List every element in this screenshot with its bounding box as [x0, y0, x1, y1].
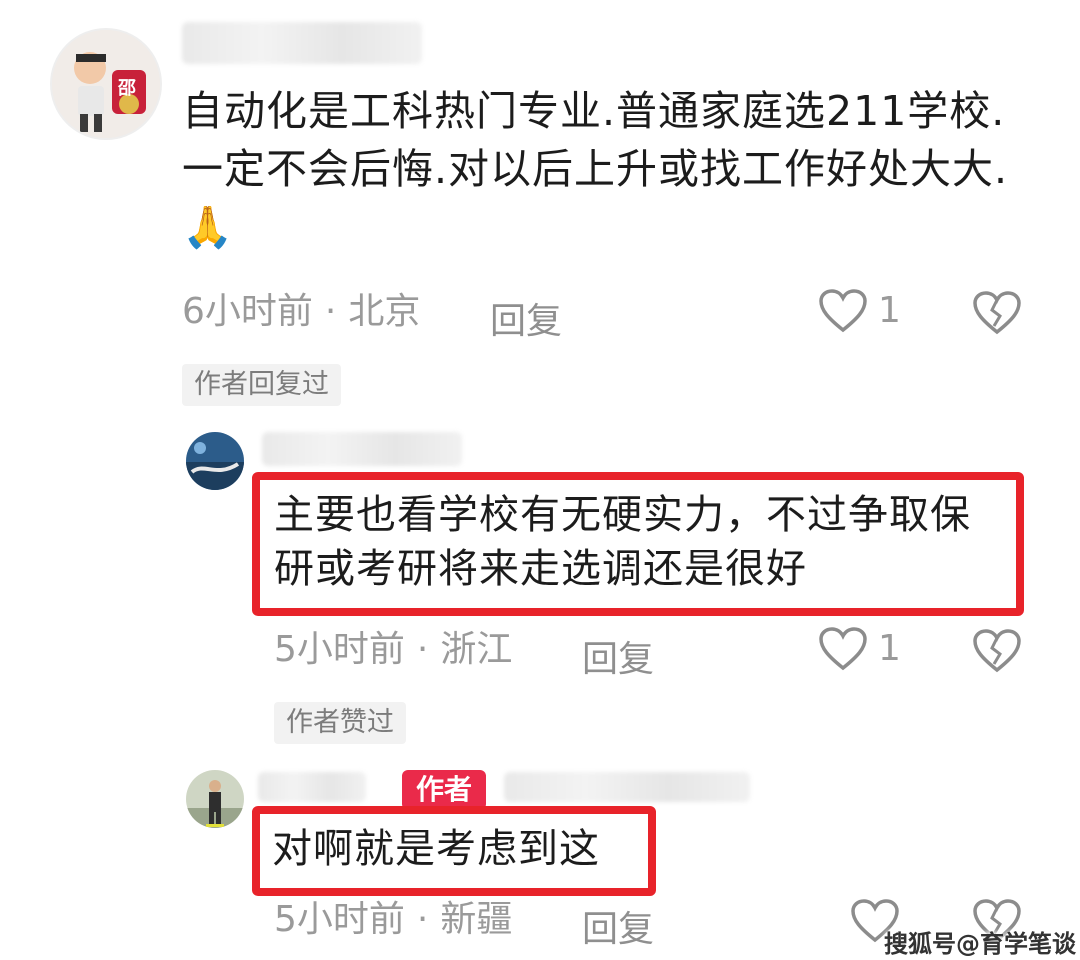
dislike-icon[interactable] — [972, 290, 1022, 336]
avatar-image — [52, 30, 160, 138]
comment-text: 主要也看学校有无硬实力，不过争取保研或考研将来走选调还是很好 — [274, 492, 971, 592]
separator: · — [416, 629, 429, 670]
location: 北京 — [348, 291, 421, 332]
timestamp: 5小时前 — [274, 899, 405, 940]
reply-button[interactable]: 回复 — [490, 292, 562, 344]
comment-meta: 5小时前 · 新疆 — [274, 900, 512, 940]
timestamp: 6小时前 — [182, 291, 313, 332]
username-blurred[interactable] — [182, 22, 422, 64]
pray-emoji: 🙏 — [182, 203, 235, 251]
separator: · — [416, 899, 429, 940]
avatar-image — [186, 432, 244, 490]
author-replied-tag: 作者回复过 — [182, 364, 341, 406]
separator: · — [324, 291, 337, 332]
author-badge: 作者 — [402, 770, 487, 810]
avatar[interactable] — [186, 432, 244, 490]
like-button[interactable]: 1 — [818, 288, 908, 338]
location: 浙江 — [440, 629, 513, 670]
username-blurred[interactable] — [262, 432, 462, 466]
comment-meta: 5小时前 · 浙江 — [274, 630, 512, 670]
comment-text: 自动化是工科热门专业.普通家庭选211学校.一定不会后悔.对以后上升或找工作好处… — [182, 87, 1009, 251]
dislike-icon[interactable] — [972, 628, 1022, 674]
reply-target-blurred — [504, 772, 750, 802]
avatar-image — [186, 770, 244, 828]
comment-meta: 6小时前 · 北京 — [182, 292, 420, 332]
heart-icon — [819, 289, 867, 333]
reply-button[interactable]: 回复 — [582, 900, 654, 952]
author-liked-tag: 作者赞过 — [274, 702, 406, 744]
like-count: 1 — [878, 290, 901, 331]
like-button[interactable]: 1 — [818, 626, 908, 676]
heart-icon — [819, 627, 867, 671]
username-blurred[interactable] — [258, 772, 366, 802]
watermark: 搜狐号@育学笔谈 — [884, 930, 1076, 958]
location: 新疆 — [440, 899, 513, 940]
avatar[interactable] — [186, 770, 244, 828]
comment-text: 对啊就是考虑到这 — [272, 826, 600, 872]
timestamp: 5小时前 — [274, 629, 405, 670]
like-count: 1 — [878, 628, 901, 669]
avatar[interactable]: 邵 — [50, 28, 162, 140]
reply-button[interactable]: 回复 — [582, 630, 654, 682]
avatar-badge: 邵 — [118, 78, 136, 99]
